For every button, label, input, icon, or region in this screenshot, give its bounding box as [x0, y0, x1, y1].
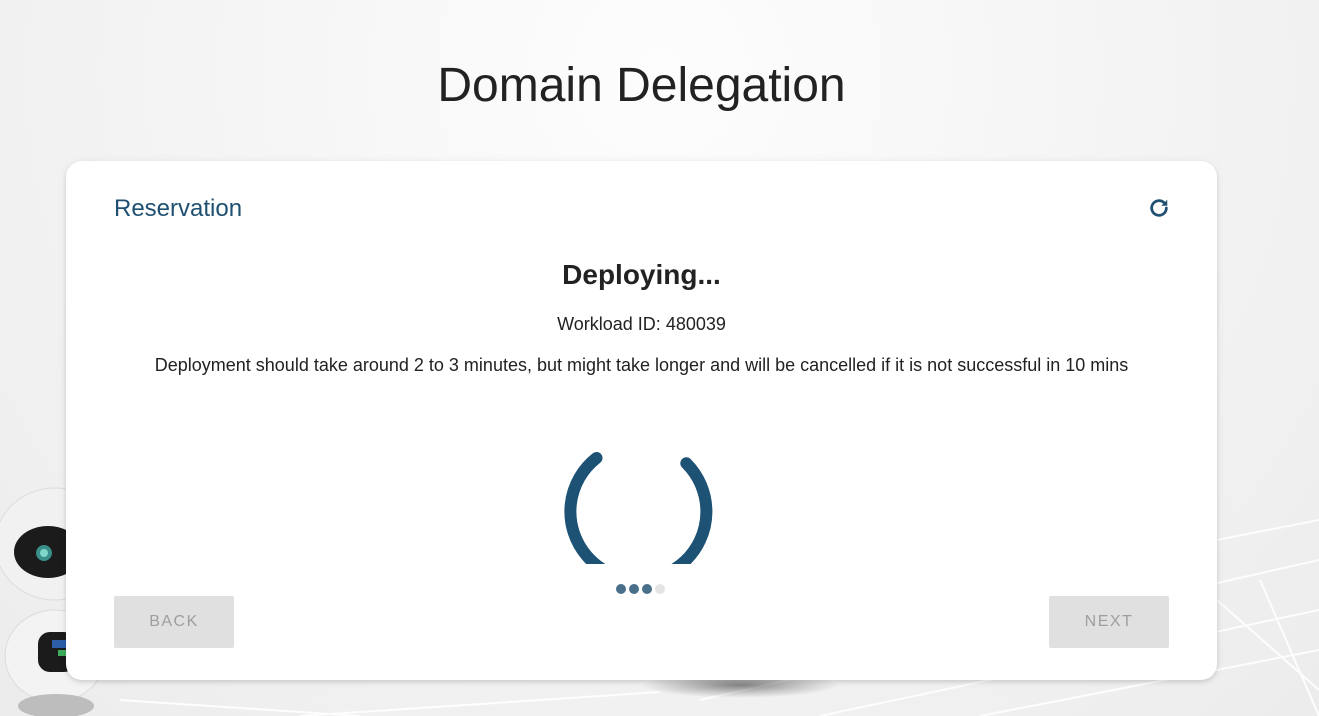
reservation-card: Reservation Deploying... Workload ID: 48… [66, 161, 1217, 680]
workload-id: Workload ID: 480039 [557, 314, 726, 334]
step-indicator [616, 584, 665, 594]
page-title: Domain Delegation [437, 59, 846, 112]
step-dot [616, 584, 626, 594]
card-title: Reservation [114, 195, 243, 222]
next-button[interactable]: Next [1049, 596, 1169, 648]
back-button[interactable]: Back [114, 596, 234, 648]
deployment-status: Deploying... [562, 259, 721, 290]
loading-spinner [564, 452, 713, 564]
step-dot [642, 584, 652, 594]
step-dot [629, 584, 639, 594]
refresh-button[interactable] [1146, 195, 1172, 221]
deployment-notice: Deployment should take around 2 to 3 min… [154, 355, 1129, 375]
refresh-icon [1150, 199, 1168, 217]
step-dot [655, 584, 665, 594]
